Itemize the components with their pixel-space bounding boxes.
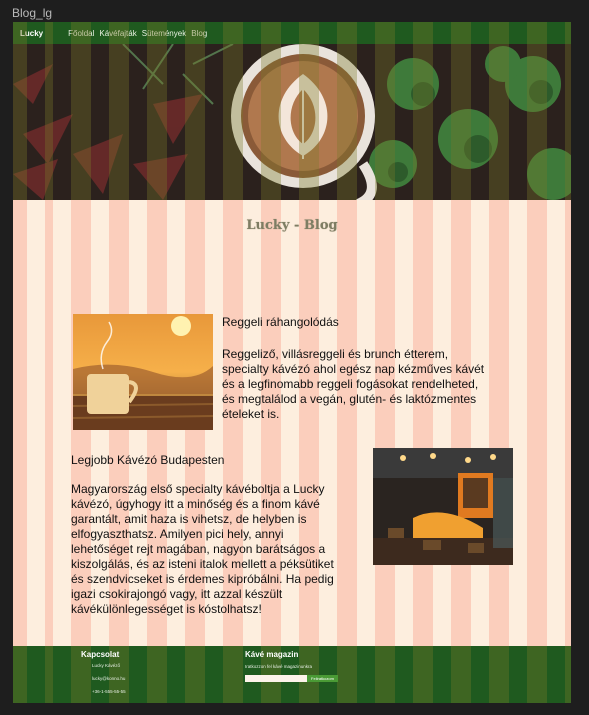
nav-link-coffee-types[interactable]: Kávéfajták	[99, 29, 136, 38]
post-image-cafe-interior	[373, 448, 513, 565]
nav-links: Főoldal Kávéfajták Sütemények Blog	[68, 29, 207, 38]
post-text-line: ételeket is.	[222, 407, 280, 421]
subscribe-button[interactable]: Feliratkozom	[307, 675, 338, 682]
post-text-line: kiszolgálás, és az isteni italok mellett…	[71, 557, 334, 571]
post-text-line: kávézó, úgyhogy itt a minőség és a finom…	[71, 497, 320, 511]
post-text-line: és a legfinomabb reggeli fogásokat rende…	[222, 377, 479, 391]
post-text-line: specialty kávézó ahol egész nap kézműves…	[222, 362, 485, 376]
footer-magazine-heading: Kávé magazin	[245, 650, 299, 659]
footer-magazine-subtext: Iratkozzon fel kávé magazinunkra	[245, 664, 313, 669]
newsletter-email-input[interactable]	[245, 675, 307, 682]
brand-logo[interactable]: Lucky	[20, 29, 43, 38]
post-text-line: lehetőséget rejt magában, nagyon barátsá…	[71, 542, 326, 556]
post-text-2: Magyarország első specialty kávéboltja a…	[71, 482, 334, 617]
nav-link-pastries[interactable]: Sütemények	[142, 29, 186, 38]
post-text-line: és megtalálod a vegán, glutén- és laktóz…	[222, 392, 477, 406]
frame-label: Blog_lg	[12, 6, 53, 20]
post-title-2: Legjobb Kávézó Budapesten	[71, 453, 225, 467]
page-title: Lucky - Blog	[246, 218, 338, 233]
post-text-line: elfogyaszthatsz. Amilyen pici hely, anny…	[71, 527, 284, 541]
post-text-line: kávékülönlegességet is kóstolhatsz!	[71, 602, 262, 616]
nav-link-blog[interactable]: Blog	[191, 29, 207, 38]
post-text-1: Reggeliző, villásreggeli és brunch étter…	[222, 347, 484, 422]
hero-image	[13, 44, 571, 200]
post-text-line: és szendvicseket is érdemes kipróbálni. …	[71, 572, 334, 586]
post-text-line: igazi csokirajongó vagy, itt azzal készü…	[71, 587, 283, 601]
post-title-1: Reggeli ráhangolódás	[222, 315, 339, 329]
nav-link-home[interactable]: Főoldal	[68, 29, 94, 38]
post-text-line: Magyarország első specialty kávéboltja a…	[71, 482, 325, 496]
top-navbar: Lucky Főoldal Kávéfajták Sütemények Blog	[13, 22, 571, 44]
footer-contact-phone: +36-1-555-55-55	[92, 689, 126, 694]
post-text-line: Reggeliző, villásreggeli és brunch étter…	[222, 347, 449, 361]
footer-contact-heading: Kapcsolat	[81, 650, 120, 659]
page-frame: Lucky Főoldal Kávéfajták Sütemények Blog	[13, 22, 571, 703]
post-image-coffee-sunset	[73, 314, 213, 430]
footer-contact-name: Lucky Kávéző	[92, 663, 121, 668]
footer-contact-email[interactable]: lucky@konno.hu	[92, 676, 125, 681]
post-text-line: garantált, amit haza is vihetsz, de hely…	[71, 512, 307, 526]
